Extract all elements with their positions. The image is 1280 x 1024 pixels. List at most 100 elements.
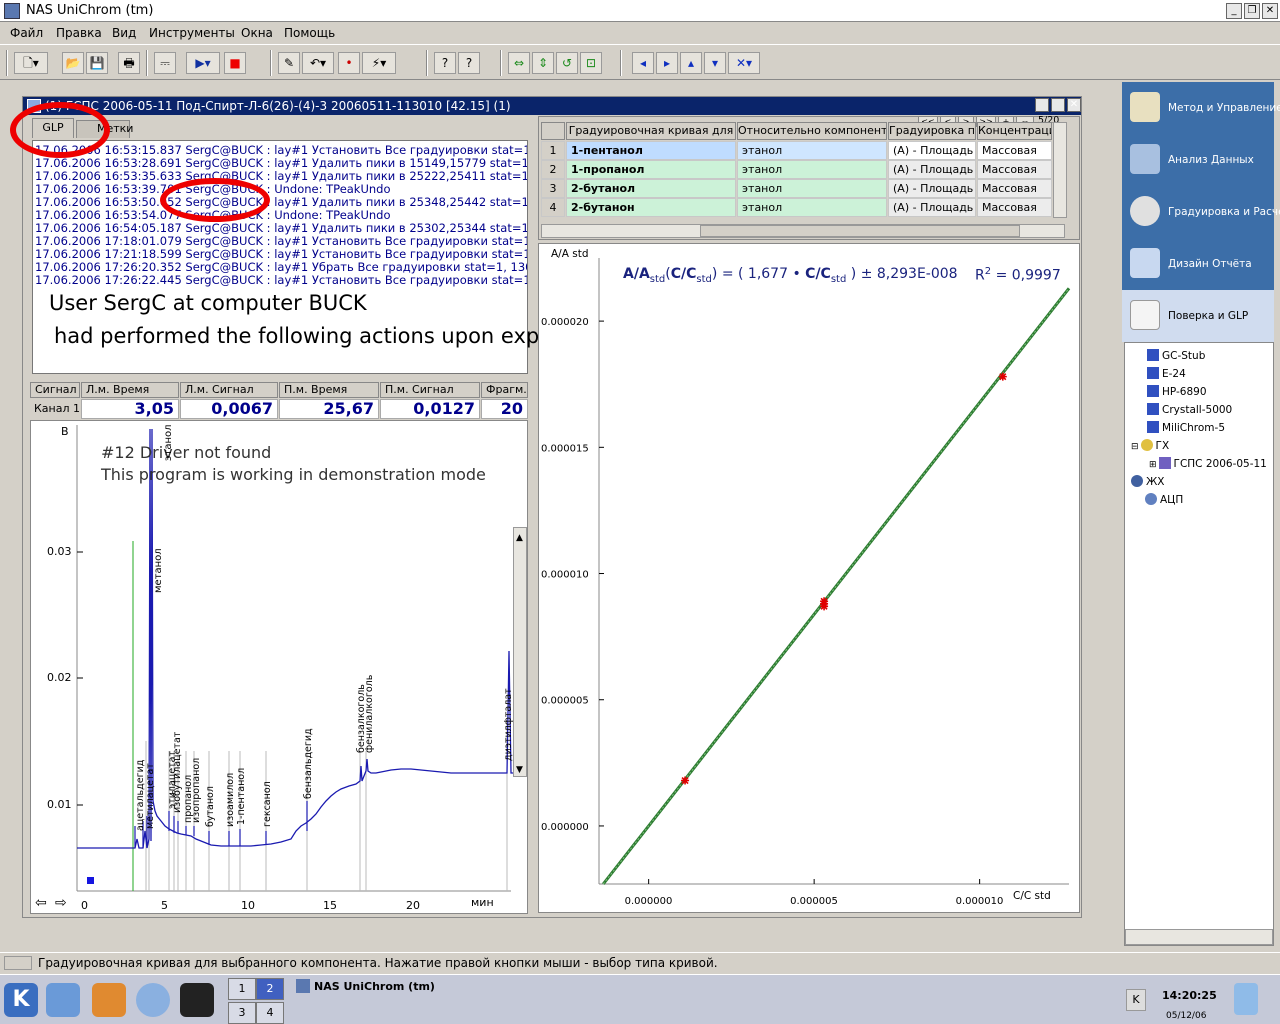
tree-node[interactable]: ЖХ [1131, 475, 1165, 488]
grid-cell-relative[interactable]: этанол [737, 141, 887, 160]
zoom-vertical-icon[interactable]: ⇕ [532, 52, 554, 74]
tree-node[interactable]: ⊟ ГХ [1131, 439, 1169, 452]
grid-col-calibration-by[interactable]: Градуировка по [888, 122, 976, 140]
menu-file[interactable]: Файл [10, 26, 43, 40]
tree-node[interactable]: HP-6890 [1147, 385, 1207, 398]
grid-cell-relative[interactable]: этанол [737, 198, 887, 217]
nav-report-design[interactable]: Дизайн Отчёта [1122, 238, 1274, 290]
baseline-marker-icon[interactable] [87, 877, 94, 884]
play-icon[interactable]: ▶▾ [186, 52, 220, 74]
r-squared: R2 = 0,9997 [975, 266, 1061, 284]
tree-node[interactable]: ⊞ ГСПС 2006-05-11 [1149, 457, 1267, 470]
grid-cell-conc[interactable]: Массовая [977, 141, 1052, 160]
tree-node[interactable]: MiliChrom-5 [1147, 421, 1225, 434]
grid-cell-component[interactable]: 1-пропанол [566, 160, 736, 179]
open-folder-icon[interactable]: 📂 [62, 52, 84, 74]
move-right-icon[interactable]: ▸ [656, 52, 678, 74]
calibration-chart[interactable]: 0.000020 0.000015 0.000010 0.000005 0.000000… [538, 243, 1080, 913]
app-icon[interactable] [4, 3, 20, 19]
doc-close-icon[interactable]: ✕ [1067, 98, 1081, 112]
grid-col-component[interactable]: Градуировочная кривая для [566, 122, 736, 140]
zoom-fit-icon[interactable]: ⊡ [580, 52, 602, 74]
zoom-back-icon[interactable]: ↺ [556, 52, 578, 74]
klipper-icon[interactable]: K [1126, 989, 1146, 1011]
nav-data-analysis[interactable]: Анализ Данных [1122, 134, 1274, 186]
grid-cell-relative[interactable]: этанол [737, 179, 887, 198]
instrument-tree: GC-Stub E-24 HP-6890 Crystall-5000 MiliC… [1124, 342, 1274, 946]
print-icon[interactable]: 🖶 [118, 52, 140, 74]
scroll-up-icon[interactable]: ▲ [516, 533, 523, 543]
chromatogram-panel[interactable]: B #12 Driver not found This program is w… [30, 420, 528, 914]
grid-cell-by[interactable]: (A) - Площадь [888, 198, 976, 217]
edit-peaks-icon[interactable]: ✎ [278, 52, 300, 74]
grid-cell-component[interactable]: 2-бутанон [566, 198, 736, 217]
trash-icon[interactable] [1234, 983, 1258, 1015]
tree-node[interactable]: GC-Stub [1147, 349, 1205, 362]
menu-edit[interactable]: Правка [56, 26, 102, 40]
collapse-icon[interactable]: ⊟ [1131, 442, 1139, 452]
new-file-icon[interactable]: 🗋▾ [14, 52, 48, 74]
restore-icon[interactable]: ❐ [1244, 3, 1260, 19]
tree-node[interactable]: АЦП [1145, 493, 1183, 506]
grid-cell-component[interactable]: 2-бутанол [566, 179, 736, 198]
browser-icon[interactable] [136, 983, 170, 1017]
grid-cell-component[interactable]: 1-пентанол [566, 141, 736, 160]
tree-node[interactable]: E-24 [1147, 367, 1186, 380]
grid-cell-by[interactable]: (A) - Площадь [888, 141, 976, 160]
integrate-icon[interactable]: ⚡▾ [362, 52, 396, 74]
grid-vscroll[interactable] [1053, 122, 1067, 218]
chromatogram-scrollbar[interactable] [513, 527, 527, 777]
grid-cell-by[interactable]: (A) - Площадь [888, 179, 976, 198]
home-icon[interactable] [92, 983, 126, 1017]
tree-node[interactable]: Crystall-5000 [1147, 403, 1232, 416]
calib-y-tick-label: 0.000000 [541, 822, 589, 833]
desktop-2[interactable]: 2 [256, 978, 284, 1000]
save-icon[interactable]: 💾 [86, 52, 108, 74]
minimize-icon[interactable]: _ [1226, 3, 1242, 19]
nav-calibration[interactable]: Градуировка и Расчё [1122, 186, 1280, 238]
link-icon[interactable]: ⎓ [154, 52, 176, 74]
move-up-icon[interactable]: ▴ [680, 52, 702, 74]
clock-time[interactable]: 14:20:25 [1162, 989, 1217, 1002]
menu-tools[interactable]: Инструменты [149, 26, 235, 40]
close-icon[interactable]: ✕ [1262, 3, 1278, 19]
grid-cell-conc[interactable]: Массовая [977, 198, 1052, 217]
home-folder-icon[interactable] [46, 983, 80, 1017]
zoom-horizontal-icon[interactable]: ⇔ [508, 52, 530, 74]
grid-cell-conc[interactable]: Массовая [977, 179, 1052, 198]
menu-help[interactable]: Помощь [284, 26, 335, 40]
nav-verification-glp[interactable]: Поверка и GLP [1122, 290, 1274, 342]
expand-icon[interactable]: ⊞ [1149, 460, 1157, 470]
stop-icon[interactable]: ■ [224, 52, 246, 74]
doc-minimize-icon[interactable] [1035, 98, 1049, 112]
grid-cell-relative[interactable]: этанол [737, 160, 887, 179]
move-left-icon[interactable]: ◂ [632, 52, 654, 74]
task-button[interactable]: NAS UniChrom (tm) [296, 979, 816, 999]
menu-view[interactable]: Вид [112, 26, 136, 40]
context-help-icon[interactable]: ? [458, 52, 480, 74]
undo-icon[interactable]: ↶▾ [302, 52, 334, 74]
doc-maximize-icon[interactable] [1051, 98, 1065, 112]
terminal-icon[interactable] [180, 983, 214, 1017]
nav-method-control[interactable]: Метод и Управление [1122, 82, 1280, 134]
marker-icon[interactable]: • [338, 52, 360, 74]
desktop-4[interactable]: 4 [256, 1002, 284, 1024]
scroll-left-icon[interactable]: ⇦ [35, 895, 47, 911]
tree-hscroll[interactable] [1125, 929, 1273, 945]
grid-col-concentration[interactable]: Концентрация [977, 122, 1052, 140]
move-down-icon[interactable]: ▾ [704, 52, 726, 74]
scroll-down-icon[interactable]: ▼ [516, 765, 523, 775]
status-indicator [4, 956, 32, 970]
kde-menu-icon[interactable]: K [4, 983, 38, 1017]
grid-col-relative[interactable]: Относительно компонента [737, 122, 887, 140]
help-icon[interactable]: ? [434, 52, 456, 74]
grid-cell-by[interactable]: (A) - Площадь [888, 160, 976, 179]
cross-icon[interactable]: ✕▾ [728, 52, 760, 74]
desktop-3[interactable]: 3 [228, 1002, 256, 1024]
desktop-1[interactable]: 1 [228, 978, 256, 1000]
menu-windows[interactable]: Окна [241, 26, 273, 40]
grid-cell-conc[interactable]: Массовая [977, 160, 1052, 179]
peak-label: 1-пентанол [236, 767, 247, 825]
grid-hscroll-thumb[interactable] [700, 225, 1020, 237]
scroll-right-icon[interactable]: ⇨ [55, 895, 67, 911]
